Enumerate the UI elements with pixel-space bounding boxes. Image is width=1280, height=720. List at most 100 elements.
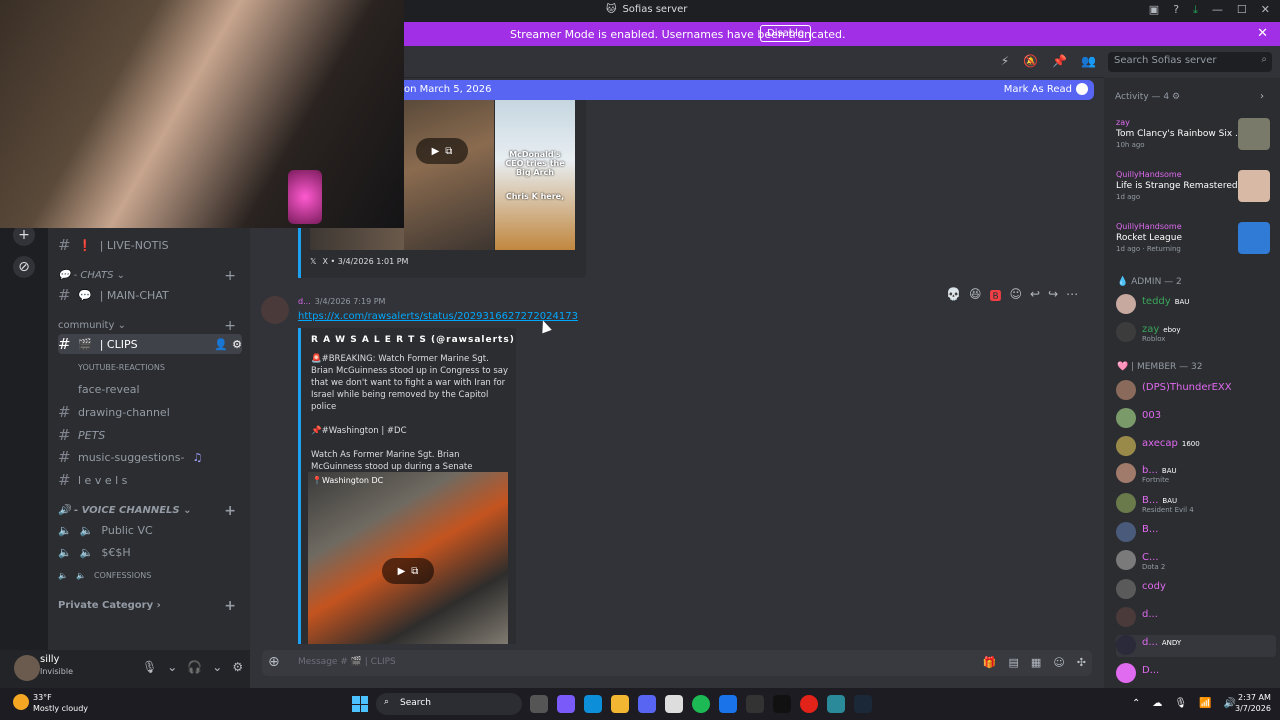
play-button[interactable]: ▶ ⧉: [382, 558, 434, 584]
disable-button[interactable]: Disable: [760, 25, 812, 42]
message-composer[interactable]: ⊕ Message # 🎬 | CLIPS 🎁 ▤ ▦ ☺ ✣: [262, 650, 1092, 676]
member-item[interactable]: B...: [1116, 522, 1276, 544]
video-thumbnail[interactable]: [310, 228, 404, 250]
activity-item[interactable]: QuillyHandsome Life is Strange Remastered…: [1116, 170, 1274, 220]
add-channel-icon[interactable]: +: [224, 318, 236, 334]
member-item[interactable]: D...: [1116, 663, 1276, 685]
chevron-down-icon[interactable]: ⌄: [212, 660, 222, 674]
voice-public-vc[interactable]: 🔈 🔈 Public VC: [58, 520, 242, 540]
spotify-icon[interactable]: [692, 695, 710, 713]
new-messages-bar[interactable]: on March 5, 2026 Mark As Read: [404, 80, 1094, 100]
file-explorer-icon[interactable]: [611, 695, 629, 713]
avatar[interactable]: [261, 296, 289, 324]
category-private[interactable]: Private Category › +: [58, 598, 242, 614]
minimize-button[interactable]: —: [1212, 3, 1223, 17]
taskbar-search[interactable]: ⌕ Search: [376, 693, 522, 715]
member-item[interactable]: B... BAU Resident Evil 4: [1116, 493, 1276, 515]
voice-sesh[interactable]: 🔈 🔈 $€$H: [58, 542, 242, 562]
search-input[interactable]: Search Sofias server ⌕: [1108, 52, 1272, 72]
play-button[interactable]: ▶ ⧉: [416, 138, 468, 164]
chevron-up-icon[interactable]: ⌃: [1132, 698, 1140, 709]
category-voice[interactable]: 🔊 - VOICE CHANNELS ⌄ +: [58, 503, 242, 519]
member-item[interactable]: (DPS)ThunderEXX: [1116, 380, 1276, 402]
channel-pets[interactable]: # PETS: [58, 425, 242, 445]
mic-icon[interactable]: 🎙: [142, 660, 157, 674]
add-channel-icon[interactable]: +: [224, 268, 236, 284]
more-icon[interactable]: ⋯: [1066, 287, 1078, 304]
download-icon[interactable]: ⤓: [1193, 3, 1198, 17]
message-input[interactable]: Message # 🎬 | CLIPS: [298, 657, 396, 667]
threads-icon[interactable]: ⚡: [1001, 54, 1009, 68]
voice-confessions[interactable]: 🔈 🔈 CONFESSIONS: [58, 565, 242, 585]
apps-icon[interactable]: ✣: [1077, 656, 1086, 669]
author-name[interactable]: d...: [298, 297, 311, 306]
category-chats[interactable]: 💬 - CHATS ⌄ +: [58, 268, 242, 284]
discover-icon[interactable]: ⊘: [13, 256, 35, 278]
video-thumbnail[interactable]: [404, 100, 494, 250]
member-item[interactable]: b... BAU Fortnite: [1116, 463, 1276, 485]
copilot-icon[interactable]: [557, 695, 575, 713]
add-channel-icon[interactable]: +: [224, 503, 236, 519]
headphones-icon[interactable]: 🎧: [187, 660, 202, 674]
inbox-icon[interactable]: ▣: [1149, 3, 1159, 17]
invite-icon[interactable]: 👤: [214, 338, 228, 351]
channel-music-suggestions[interactable]: # music-suggestions- ♫: [58, 447, 242, 467]
laugh-reaction-icon[interactable]: 😆: [969, 287, 982, 304]
member-list-icon[interactable]: 👥: [1081, 54, 1096, 68]
discord-icon[interactable]: [638, 695, 656, 713]
channel-drawing[interactable]: # drawing-channel: [58, 402, 242, 422]
close-window-button[interactable]: ✕: [1261, 3, 1270, 17]
mark-as-read-button[interactable]: Mark As Read: [1004, 84, 1072, 95]
chevron-right-icon[interactable]: ›: [1260, 91, 1264, 102]
member-item[interactable]: axecap 1600: [1116, 436, 1276, 458]
add-reaction-icon[interactable]: ☺: [1009, 287, 1022, 304]
member-item[interactable]: zay eboy Roblox: [1116, 322, 1276, 344]
opera-icon[interactable]: [800, 695, 818, 713]
activity-item[interactable]: QuillyHandsome Rocket League 1d ago · Retu…: [1116, 222, 1274, 272]
maximize-button[interactable]: ☐: [1237, 3, 1247, 17]
wifi-icon[interactable]: 📶: [1199, 698, 1211, 709]
skull-reaction-icon[interactable]: 💀: [946, 287, 961, 304]
emoji-icon[interactable]: ☺: [1053, 656, 1064, 669]
attach-icon[interactable]: ⊕: [268, 654, 280, 670]
weather-widget[interactable]: 33°F Mostly cloudy: [13, 692, 88, 714]
edge-icon[interactable]: [584, 695, 602, 713]
obs-icon[interactable]: [746, 695, 764, 713]
channel-clips[interactable]: # 🎬 | CLIPS 👤 ⚙: [58, 334, 242, 354]
channel-main-chat[interactable]: # 💬 | MAIN-CHAT: [58, 285, 242, 305]
help-icon[interactable]: ?: [1173, 3, 1179, 17]
video-thumbnail[interactable]: McDonald's CEO tries the Big Arch Chris …: [495, 100, 575, 250]
tiktok-icon[interactable]: [773, 695, 791, 713]
member-item[interactable]: teddy BAU: [1116, 294, 1276, 316]
embed-author[interactable]: R A W S A L E R T S (@rawsalerts): [311, 335, 515, 345]
start-button[interactable]: [352, 696, 368, 712]
channel-face-reveal[interactable]: face-reveal: [58, 379, 242, 399]
gear-icon[interactable]: ⚙: [232, 660, 243, 674]
channel-levels[interactable]: # l e v e l s: [58, 470, 242, 490]
member-item[interactable]: 003: [1116, 408, 1276, 430]
member-item[interactable]: cody: [1116, 579, 1276, 601]
channel-live-notis[interactable]: # ❗ | LIVE-NOTIS: [58, 235, 242, 255]
channel-youtube-reactions[interactable]: YOUTUBE-REACTIONS: [58, 357, 242, 377]
message-link[interactable]: https://x.com/rawsalerts/status/20293166…: [298, 311, 578, 322]
app-icon[interactable]: [827, 695, 845, 713]
b-reaction-icon[interactable]: 🅱: [989, 287, 1001, 304]
sticker-icon[interactable]: ▦: [1031, 656, 1041, 669]
mic-icon[interactable]: 🎙: [1174, 698, 1187, 709]
clock[interactable]: 2:37 AM 3/7/2026: [1235, 692, 1271, 714]
notifications-off-icon[interactable]: 🔕: [1023, 54, 1038, 68]
reply-icon[interactable]: ↩: [1030, 287, 1040, 304]
mail-icon[interactable]: [719, 695, 737, 713]
member-item[interactable]: C... Dota 2: [1116, 550, 1276, 572]
activity-item[interactable]: zay Tom Clancy's Rainbow Six ... 10h ago: [1116, 118, 1274, 168]
gear-icon[interactable]: ⚙: [232, 338, 242, 351]
task-view-icon[interactable]: [530, 695, 548, 713]
add-channel-icon[interactable]: +: [224, 598, 236, 614]
pin-icon[interactable]: 📌: [1052, 54, 1067, 68]
gift-icon[interactable]: 🎁: [983, 656, 997, 669]
chevron-down-icon[interactable]: ⌄: [167, 660, 177, 674]
network-icon[interactable]: ☁: [1152, 698, 1162, 709]
close-icon[interactable]: ✕: [1257, 26, 1268, 41]
store-icon[interactable]: [665, 695, 683, 713]
member-item[interactable]: d... ANDY: [1116, 635, 1276, 657]
